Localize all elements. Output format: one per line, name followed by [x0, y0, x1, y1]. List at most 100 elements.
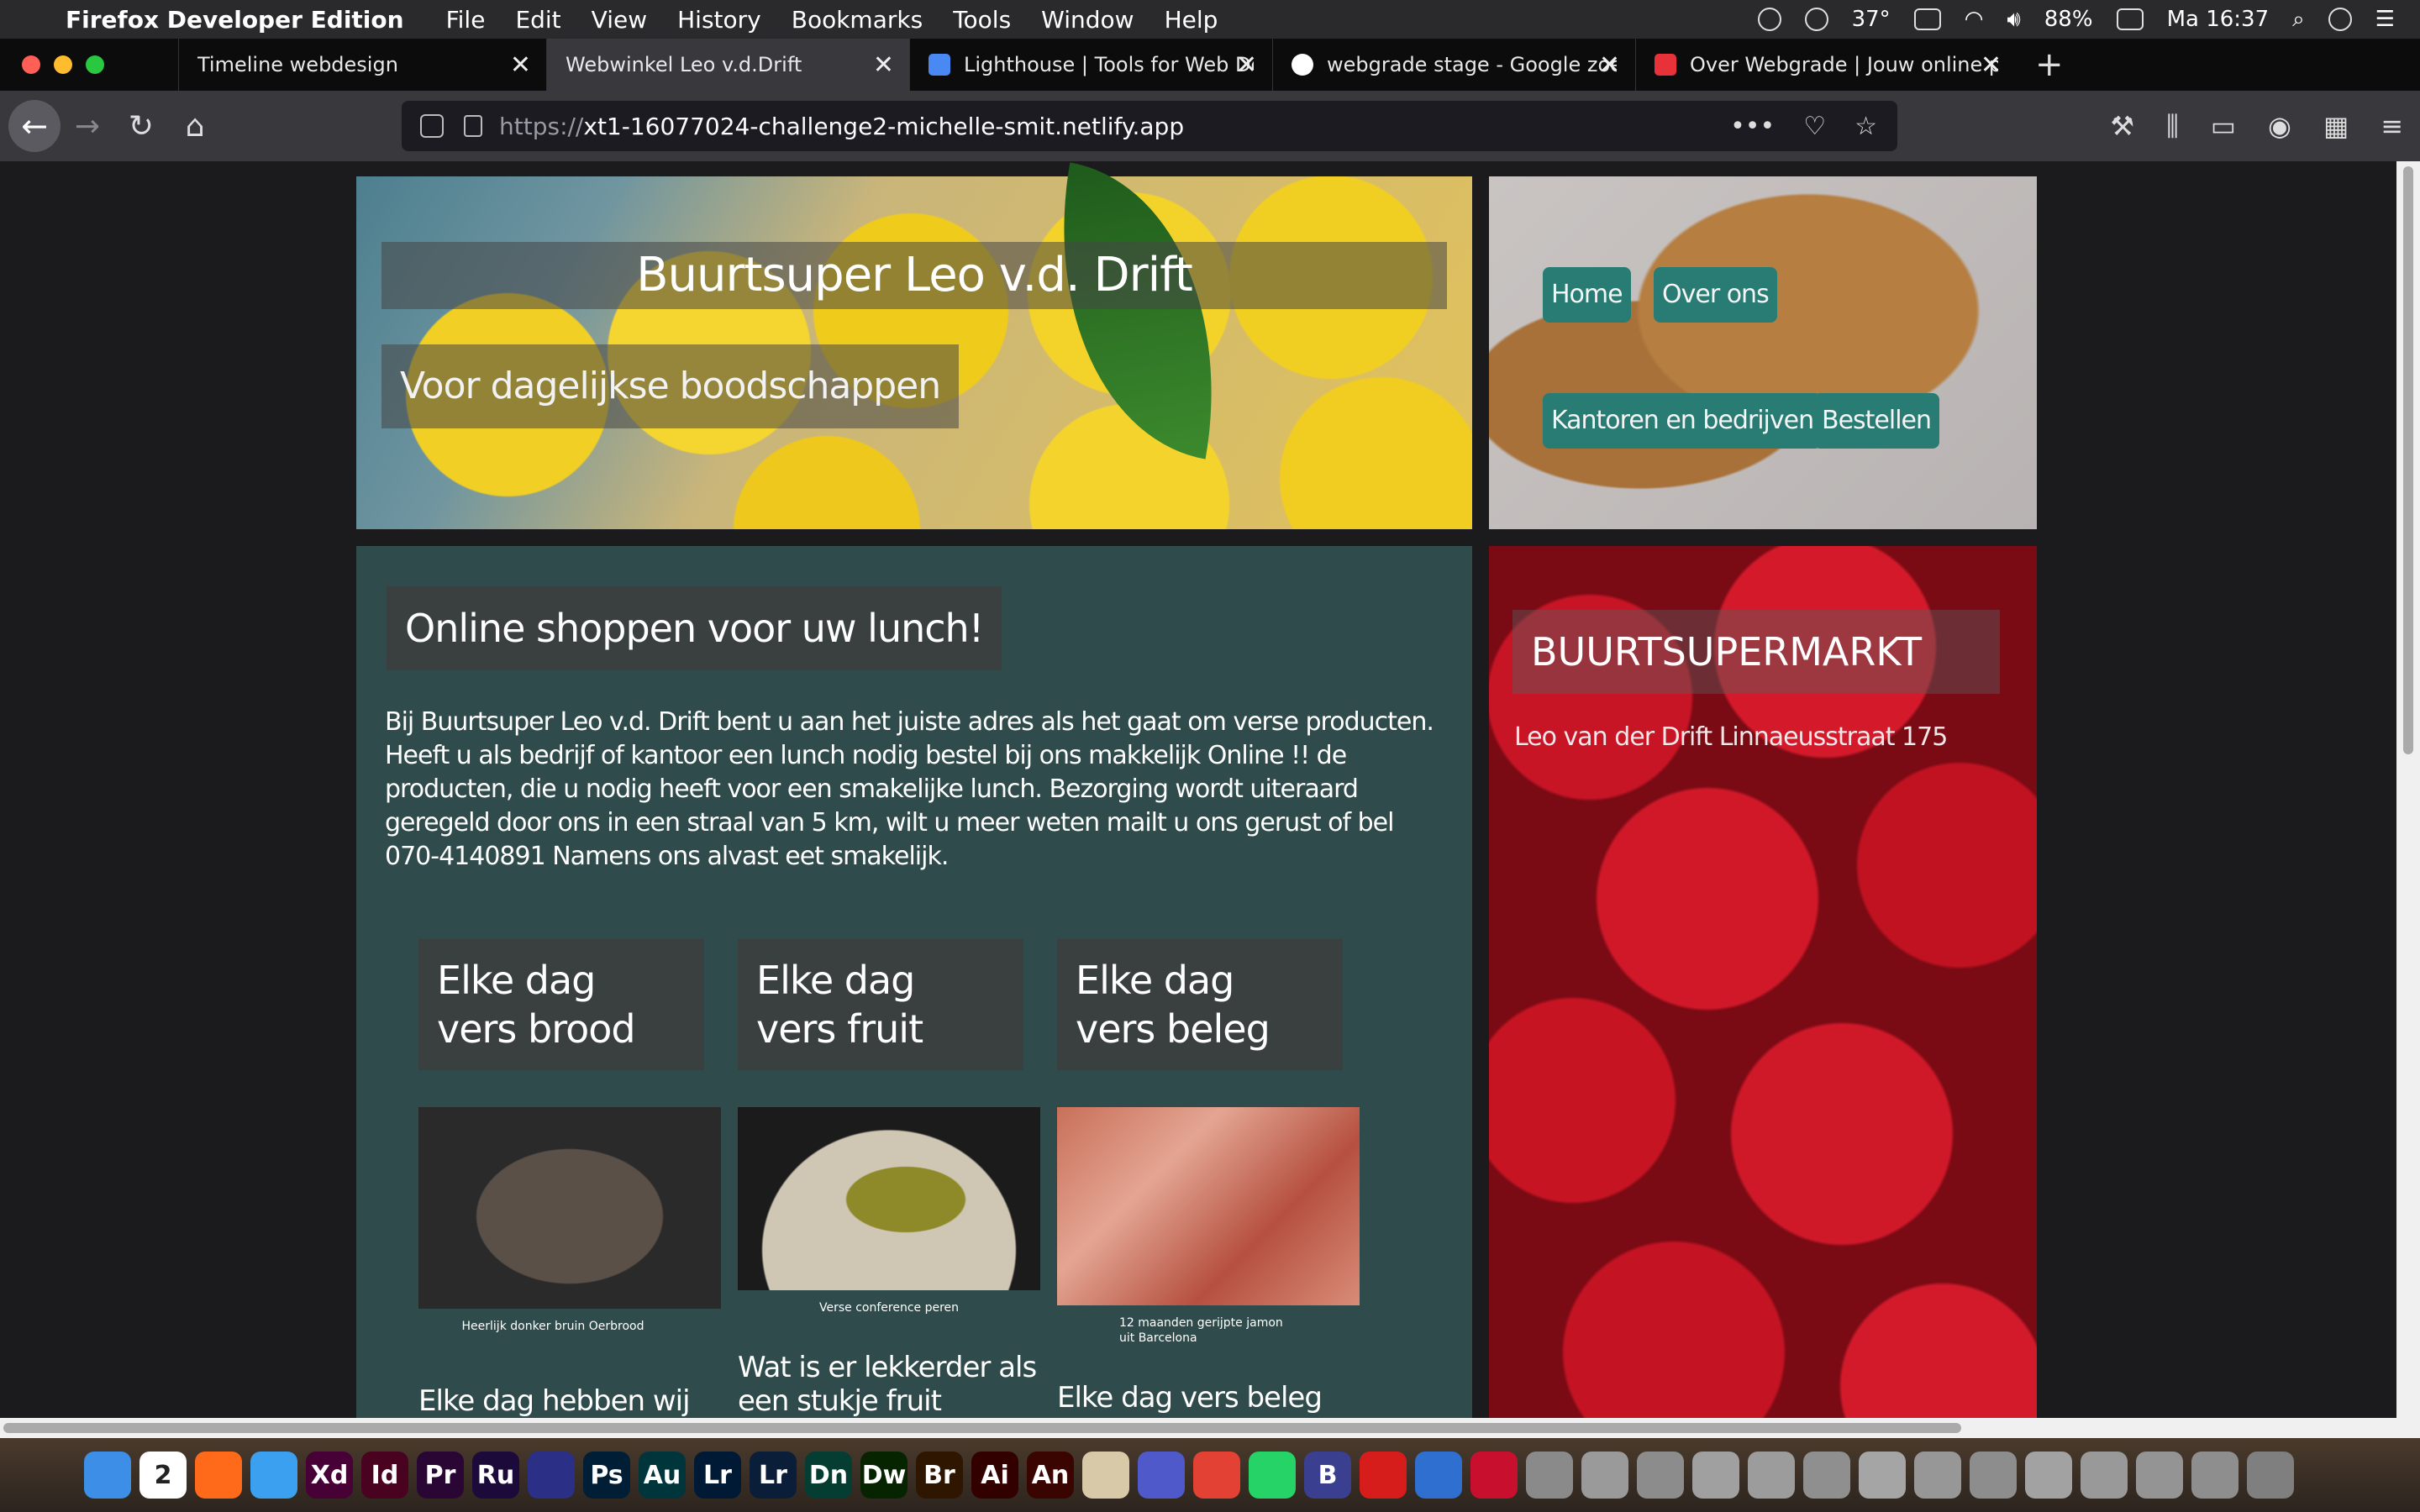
volume-icon[interactable]: 🔊︎ [2007, 7, 2020, 33]
dock-app-icon[interactable]: Id [361, 1452, 408, 1499]
url-text[interactable]: https://xt1-16077024-challenge2-michelle… [499, 113, 1184, 140]
close-tab-icon[interactable]: ✕ [1981, 50, 2002, 80]
close-tab-icon[interactable]: ✕ [873, 50, 894, 80]
dock-app-icon[interactable] [1748, 1452, 1795, 1499]
menu-history[interactable]: History [677, 6, 761, 34]
dock-app-icon[interactable]: Dw [860, 1452, 908, 1499]
airplay-icon[interactable] [1913, 8, 1941, 30]
dock-app-icon[interactable]: Lr [750, 1452, 797, 1499]
dock-app-icon[interactable] [1470, 1452, 1518, 1499]
dock-app-icon[interactable] [1249, 1452, 1296, 1499]
minimize-window-button[interactable] [54, 55, 72, 74]
menu-icon[interactable]: ≡ [2381, 110, 2403, 142]
dock-app-icon[interactable] [1138, 1452, 1185, 1499]
tab-lighthouse[interactable]: Lighthouse | Tools for Web De ✕ [909, 39, 1272, 91]
bookmark-star-icon[interactable]: ☆ [1854, 112, 1877, 141]
dock-app-icon[interactable]: Au [639, 1452, 686, 1499]
dock-app-icon[interactable] [1637, 1452, 1684, 1499]
dock-app-icon[interactable]: Ai [971, 1452, 1018, 1499]
wifi-icon[interactable]: ◠ [1965, 7, 1984, 32]
back-arrow-icon[interactable]: ← [8, 100, 60, 152]
dock-app-icon[interactable]: Br [916, 1452, 963, 1499]
dock-app-icon[interactable] [1859, 1452, 1906, 1499]
creative-cloud-icon[interactable] [1757, 8, 1781, 31]
clock[interactable]: Ma 16:37 [2167, 7, 2270, 32]
address-bar[interactable]: https://xt1-16077024-challenge2-michelle… [402, 101, 1897, 151]
dock-app-icon[interactable] [528, 1452, 575, 1499]
dock-app-icon[interactable] [1360, 1452, 1407, 1499]
dock-app-icon[interactable] [1082, 1452, 1129, 1499]
nav-home-button[interactable]: Home [1543, 267, 1631, 323]
vertical-scroll-thumb[interactable] [2403, 166, 2413, 754]
dock-app-icon[interactable] [1970, 1452, 2017, 1499]
tab-webgrade[interactable]: Over Webgrade | Jouw online p ✕ [1635, 39, 2017, 91]
dock-app-icon[interactable]: Pr [417, 1452, 464, 1499]
menu-bookmarks[interactable]: Bookmarks [792, 6, 923, 34]
dock-app-icon[interactable] [2081, 1452, 2128, 1499]
bluetooth-icon[interactable] [1804, 8, 1828, 31]
dock-app-icon[interactable] [1692, 1452, 1739, 1499]
home-icon[interactable]: ⌂ [168, 109, 222, 144]
reload-icon[interactable]: ↻ [114, 109, 168, 144]
menu-help[interactable]: Help [1165, 6, 1218, 34]
menu-file[interactable]: File [446, 6, 486, 34]
tab-google-search[interactable]: webgrade stage - Google zoek ✕ [1272, 39, 1635, 91]
siri-icon[interactable] [2328, 8, 2352, 31]
dock-app-icon[interactable]: B [1304, 1452, 1351, 1499]
nav-kantoren-button[interactable]: Kantoren en bedrijven [1543, 393, 1823, 449]
menu-tools[interactable]: Tools [953, 6, 1011, 34]
battery-percent[interactable]: 88% [2044, 7, 2093, 32]
nav-bestellen-button[interactable]: Bestellen [1813, 393, 1940, 449]
dock-app-icon[interactable]: Ps [583, 1452, 630, 1499]
spotlight-search-icon[interactable]: ⌕ [2292, 7, 2305, 33]
dock-app-icon[interactable]: 2 [139, 1452, 187, 1499]
page-actions-icon[interactable]: ••• [1730, 112, 1775, 141]
close-tab-icon[interactable]: ✕ [1236, 50, 1257, 80]
dock-app-icon[interactable] [2191, 1452, 2238, 1499]
horizontal-scroll-thumb[interactable] [3, 1423, 1961, 1433]
tab-webwinkel[interactable]: Webwinkel Leo v.d.Drift ✕ [546, 39, 909, 91]
dock-app-icon[interactable]: An [1027, 1452, 1074, 1499]
horizontal-scrollbar[interactable] [0, 1418, 2420, 1438]
dock-app-icon[interactable]: Lr [694, 1452, 741, 1499]
dock-app-icon[interactable] [84, 1452, 131, 1499]
dock-app-icon[interactable]: Xd [306, 1452, 353, 1499]
forward-arrow-icon[interactable]: → [60, 109, 114, 144]
close-tab-icon[interactable]: ✕ [510, 50, 531, 80]
dock-app-icon[interactable] [250, 1452, 297, 1499]
menu-edit[interactable]: Edit [515, 6, 560, 34]
tab-timeline-webdesign[interactable]: Timeline webdesign ✕ [178, 39, 546, 91]
extensions-icon[interactable]: ▦ [2323, 110, 2349, 142]
dock-app-icon[interactable] [1526, 1452, 1573, 1499]
menu-app-name[interactable]: Firefox Developer Edition [66, 6, 404, 34]
dock-app-icon[interactable] [1581, 1452, 1628, 1499]
vertical-scrollbar[interactable] [2396, 161, 2420, 1418]
dock-app-icon[interactable]: Dn [805, 1452, 852, 1499]
pocket-icon[interactable]: ♡ [1803, 112, 1826, 141]
nav-over-ons-button[interactable]: Over ons [1654, 267, 1777, 323]
lock-icon[interactable] [464, 115, 482, 137]
tracking-shield-icon[interactable] [420, 114, 444, 138]
dock-app-icon[interactable] [2136, 1452, 2183, 1499]
dock-app-icon[interactable] [1914, 1452, 1961, 1499]
dock-app-icon[interactable]: Ru [472, 1452, 519, 1499]
temperature-label[interactable]: 37° [1852, 7, 1891, 32]
menu-view[interactable]: View [592, 6, 647, 34]
dock-app-icon[interactable] [1803, 1452, 1850, 1499]
dock-app-icon[interactable] [1415, 1452, 1462, 1499]
menu-window[interactable]: Window [1041, 6, 1134, 34]
control-center-icon[interactable]: ☰ [2375, 7, 2395, 32]
battery-icon[interactable] [2116, 8, 2144, 30]
library-icon[interactable]: ⫼ [2166, 110, 2179, 143]
sidebar-icon[interactable]: ▭ [2211, 110, 2236, 142]
dock-app-icon[interactable] [1193, 1452, 1240, 1499]
zoom-window-button[interactable] [86, 55, 104, 74]
wrench-icon[interactable]: ⚒ [2110, 110, 2134, 142]
dock-app-icon[interactable] [2247, 1452, 2294, 1499]
account-icon[interactable]: ◉ [2268, 110, 2291, 142]
new-tab-icon[interactable]: + [2035, 45, 2064, 84]
dock-app-icon[interactable] [195, 1452, 242, 1499]
close-window-button[interactable] [22, 55, 40, 74]
dock-app-icon[interactable] [2025, 1452, 2072, 1499]
close-tab-icon[interactable]: ✕ [1599, 50, 1620, 80]
